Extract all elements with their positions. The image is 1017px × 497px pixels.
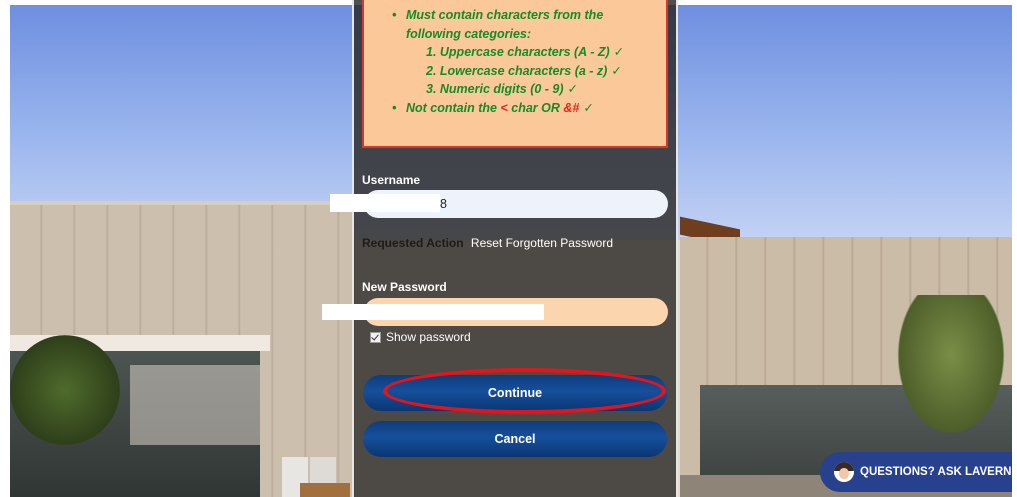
- chat-widget-label: QUESTIONS? ASK LAVERN: [860, 466, 1012, 478]
- password-rules-box: • Must contain characters from the follo…: [362, 0, 668, 148]
- check-icon: ✓: [583, 100, 594, 115]
- rule-lowercase: 2. Lowercase characters (a - z) ✓: [426, 63, 622, 78]
- password-redaction: [322, 304, 544, 320]
- rule-exclusion: • Not contain the < char OR &# ✓: [364, 99, 666, 118]
- rule-uppercase: 1. Uppercase characters (A - Z) ✓: [426, 45, 625, 59]
- cancel-button[interactable]: Cancel: [363, 421, 667, 457]
- username-value: 8: [440, 197, 447, 211]
- requested-action-value: Reset Forgotten Password: [470, 236, 613, 250]
- check-icon: ✓: [567, 82, 579, 96]
- rule-digits: 3. Numeric digits (0 - 9) ✓: [426, 82, 579, 96]
- bullet-icon: •: [392, 8, 397, 22]
- username-label: Username: [362, 173, 421, 187]
- rule-categories-cont: following categories:: [406, 26, 532, 41]
- chat-widget-button[interactable]: QUESTIONS? ASK LAVERN: [820, 452, 1012, 492]
- show-password-toggle[interactable]: Show password: [370, 330, 471, 344]
- show-password-label: Show password: [386, 330, 471, 344]
- requested-action-row: Requested Action Reset Forgotten Passwor…: [362, 236, 613, 250]
- rule-categories: • Must contain characters from the: [364, 6, 666, 25]
- requested-action-label: Requested Action: [362, 236, 464, 250]
- left-tree: [10, 335, 120, 445]
- show-password-checkbox[interactable]: [370, 331, 381, 343]
- left-building-reflection: [130, 365, 260, 445]
- continue-button[interactable]: Continue: [363, 375, 667, 411]
- check-icon: ✓: [611, 63, 622, 78]
- right-tree: [890, 295, 1012, 445]
- bench: [300, 483, 350, 497]
- password-rules-list: • Must contain characters from the follo…: [364, 0, 666, 117]
- lavern-avatar-icon: [834, 462, 854, 482]
- bullet-icon: •: [392, 100, 397, 115]
- check-icon: ✓: [613, 45, 625, 59]
- new-password-label: New Password: [362, 280, 447, 294]
- username-redaction: [330, 194, 440, 212]
